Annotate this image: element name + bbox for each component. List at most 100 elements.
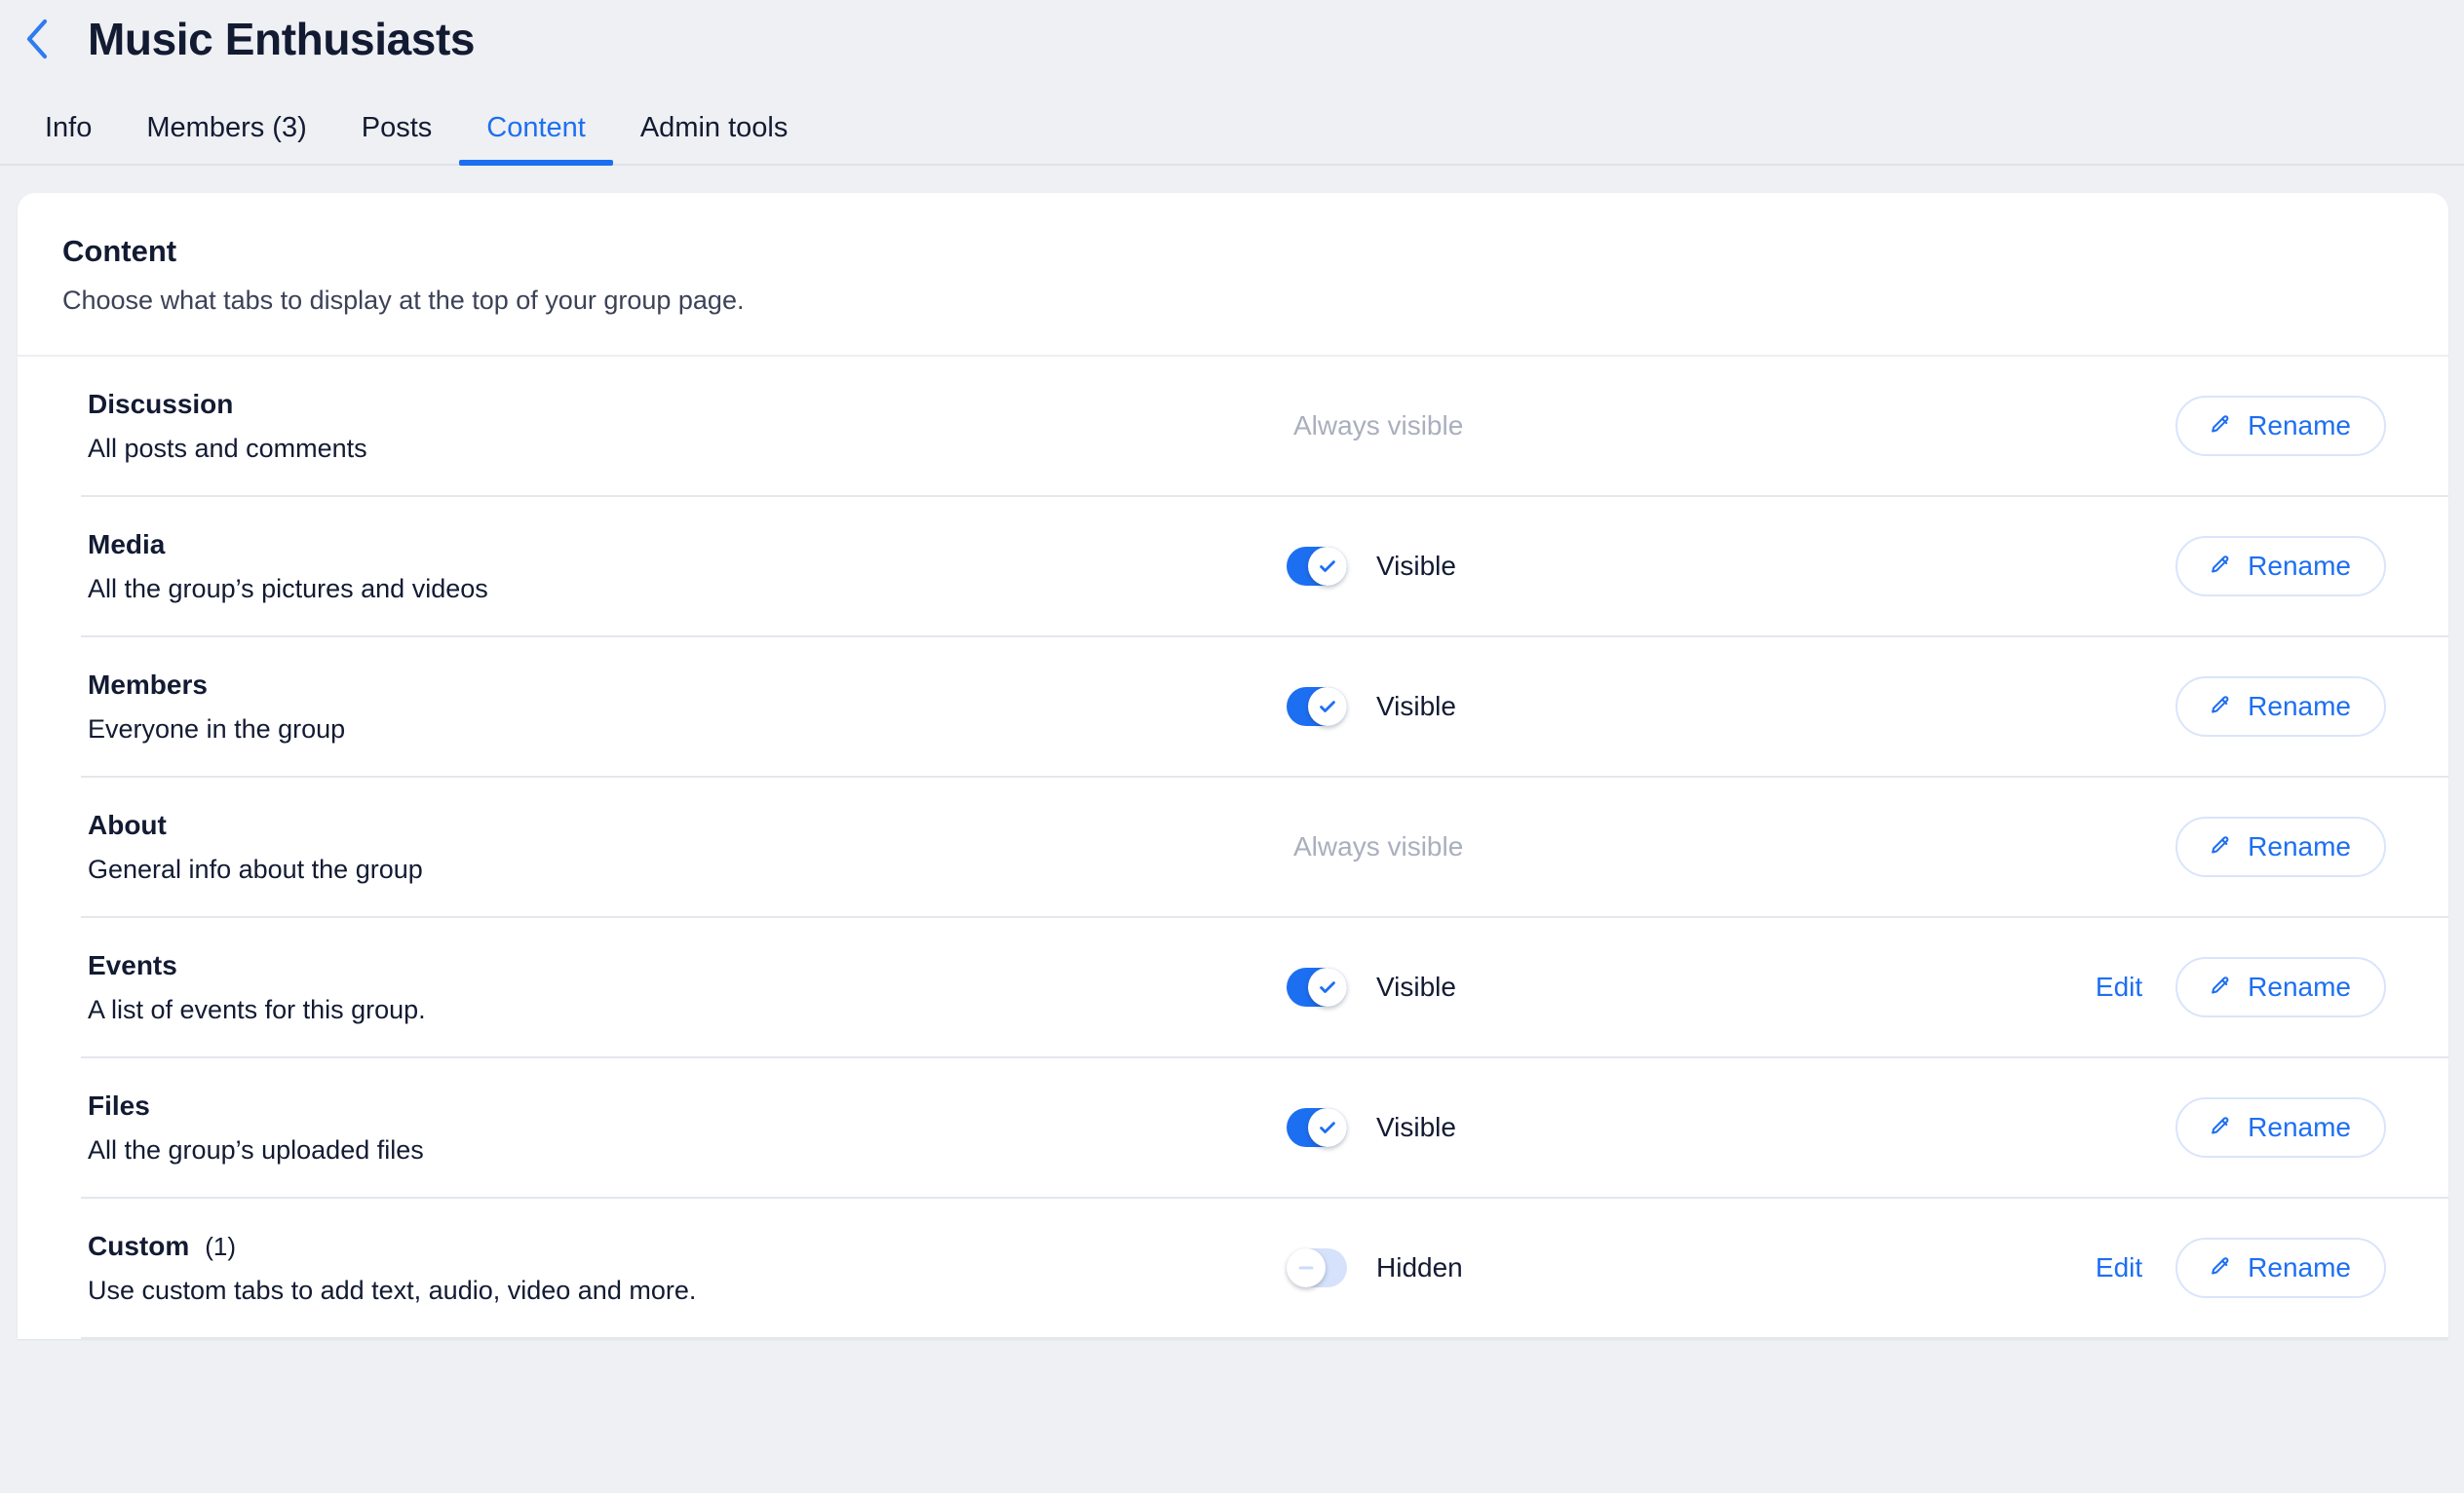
rename-button-label: Rename — [2248, 691, 2351, 721]
toggle-knob-check-icon — [1308, 687, 1347, 726]
row-actions: Rename — [1818, 817, 2386, 877]
pencil-icon — [2207, 1255, 2232, 1281]
tab-content[interactable]: Content — [459, 112, 613, 166]
rename-button[interactable]: Rename — [2175, 536, 2386, 596]
content-tab-row: Custom (1) Use custom tabs to add text, au… — [81, 1199, 2448, 1339]
rename-button-label: Rename — [2248, 1252, 2351, 1282]
rename-button[interactable]: Rename — [2175, 1238, 2386, 1298]
pencil-icon — [2207, 694, 2232, 719]
visibility-toggle[interactable] — [1287, 547, 1347, 586]
rename-button-label: Rename — [2248, 831, 2351, 861]
row-title-text: Custom — [88, 1230, 190, 1261]
row-info: Discussion All posts and comments — [81, 388, 1287, 463]
tab-label: Members (3) — [146, 112, 307, 143]
row-info: Files All the group’s uploaded files — [81, 1090, 1287, 1164]
row-visibility-state: Visible — [1287, 687, 1818, 726]
row-title-text: Media — [88, 528, 166, 559]
row-title: Custom (1) — [88, 1230, 1287, 1261]
row-info: About General info about the group — [81, 809, 1287, 884]
pencil-icon — [2207, 413, 2232, 439]
rename-button[interactable]: Rename — [2175, 396, 2386, 456]
always-visible-label: Always visible — [1293, 410, 1464, 440]
row-title-text: Events — [88, 949, 177, 980]
tab-members-3[interactable]: Members (3) — [119, 114, 333, 164]
tab-label: Info — [45, 112, 93, 143]
rename-button[interactable]: Rename — [2175, 817, 2386, 877]
tab-label: Posts — [361, 112, 433, 143]
pencil-icon — [2207, 554, 2232, 579]
row-info: Custom (1) Use custom tabs to add text, au… — [81, 1230, 1287, 1305]
pencil-icon — [2207, 834, 2232, 860]
row-actions: Rename — [1818, 676, 2386, 737]
toggle-knob-check-icon — [1308, 1108, 1347, 1147]
row-title-text: About — [88, 809, 167, 840]
visibility-state-label: Visible — [1376, 972, 1456, 1002]
visibility-toggle[interactable] — [1287, 687, 1347, 726]
row-description: Everyone in the group — [88, 713, 346, 744]
row-description: Use custom tabs to add text, audio, vide… — [88, 1275, 697, 1305]
rename-button[interactable]: Rename — [2175, 1097, 2386, 1158]
row-title: Media — [88, 528, 1287, 559]
rename-button-label: Rename — [2248, 410, 2351, 440]
tab-admin-tools[interactable]: Admin tools — [613, 114, 816, 164]
row-info: Members Everyone in the group — [81, 669, 1287, 744]
row-description: General info about the group — [88, 854, 423, 884]
content-tab-row: Members Everyone in the group Visible Renam… — [81, 637, 2448, 778]
row-visibility-state: Hidden — [1287, 1248, 1818, 1287]
row-title: About — [88, 809, 1287, 840]
row-actions: Rename — [1818, 1097, 2386, 1158]
visibility-toggle[interactable] — [1287, 968, 1347, 1007]
row-description: All the group’s pictures and videos — [88, 573, 488, 603]
toggle-knob-check-icon — [1308, 547, 1347, 586]
row-title: Files — [88, 1090, 1287, 1121]
tab-info[interactable]: Info — [18, 114, 119, 164]
tab-posts[interactable]: Posts — [334, 114, 460, 164]
row-title-text: Members — [88, 669, 208, 700]
tab-bar: Info Members (3) Posts Content Admin tools — [0, 78, 2464, 166]
row-visibility-state: Always visible — [1287, 833, 1818, 861]
rename-button[interactable]: Rename — [2175, 957, 2386, 1017]
rename-button[interactable]: Rename — [2175, 676, 2386, 737]
page-title: Music Enthusiasts — [88, 14, 476, 64]
rename-button-label: Rename — [2248, 972, 2351, 1002]
row-count-badge: (1) — [205, 1231, 237, 1261]
card-header: Content Choose what tabs to display at t… — [18, 193, 2448, 357]
content-tab-row: Files All the group’s uploaded files Visib… — [81, 1058, 2448, 1199]
card-title: Content — [62, 234, 177, 268]
row-visibility-state: Visible — [1287, 1108, 1818, 1147]
row-title-text: Discussion — [88, 388, 234, 419]
row-visibility-state: Always visible — [1287, 412, 1818, 440]
rename-button-label: Rename — [2248, 1112, 2351, 1142]
row-visibility-state: Visible — [1287, 547, 1818, 586]
row-title-text: Files — [88, 1090, 150, 1121]
back-button[interactable] — [16, 18, 58, 60]
row-actions: Rename — [1818, 536, 2386, 596]
content-tab-row: Events A list of events for this group. Vi… — [81, 918, 2448, 1058]
row-actions: Edit Rename — [1818, 1238, 2386, 1298]
row-description: All posts and comments — [88, 433, 367, 463]
row-title: Events — [88, 949, 1287, 980]
pencil-icon — [2207, 975, 2232, 1000]
visibility-toggle[interactable] — [1287, 1108, 1347, 1147]
edit-link[interactable]: Edit — [2096, 1254, 2142, 1282]
edit-link[interactable]: Edit — [2096, 974, 2142, 1001]
toggle-knob-dash-icon — [1287, 1248, 1326, 1287]
row-title: Members — [88, 669, 1287, 700]
card-subtitle: Choose what tabs to display at the top o… — [62, 286, 745, 315]
chevron-left-icon — [24, 19, 50, 59]
content-tab-row: Media All the group’s pictures and videos… — [81, 497, 2448, 637]
tab-label: Admin tools — [639, 112, 789, 143]
pencil-icon — [2207, 1115, 2232, 1140]
toggle-knob-check-icon — [1308, 968, 1347, 1007]
tab-label: Content — [486, 112, 586, 143]
content-tab-row: About General info about the group Always … — [81, 778, 2448, 918]
row-info: Events A list of events for this group. — [81, 949, 1287, 1024]
visibility-toggle[interactable] — [1287, 1248, 1347, 1287]
row-visibility-state: Visible — [1287, 968, 1818, 1007]
row-title: Discussion — [88, 388, 1287, 419]
row-description: A list of events for this group. — [88, 994, 426, 1024]
visibility-state-label: Visible — [1376, 551, 1456, 581]
always-visible-label: Always visible — [1293, 831, 1464, 861]
visibility-state-label: Visible — [1376, 691, 1456, 721]
row-actions: Edit Rename — [1818, 957, 2386, 1017]
